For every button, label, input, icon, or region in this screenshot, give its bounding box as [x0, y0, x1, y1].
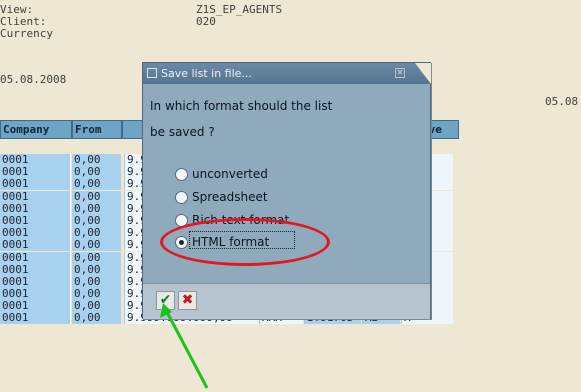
annotation-arrow-icon — [160, 303, 209, 389]
